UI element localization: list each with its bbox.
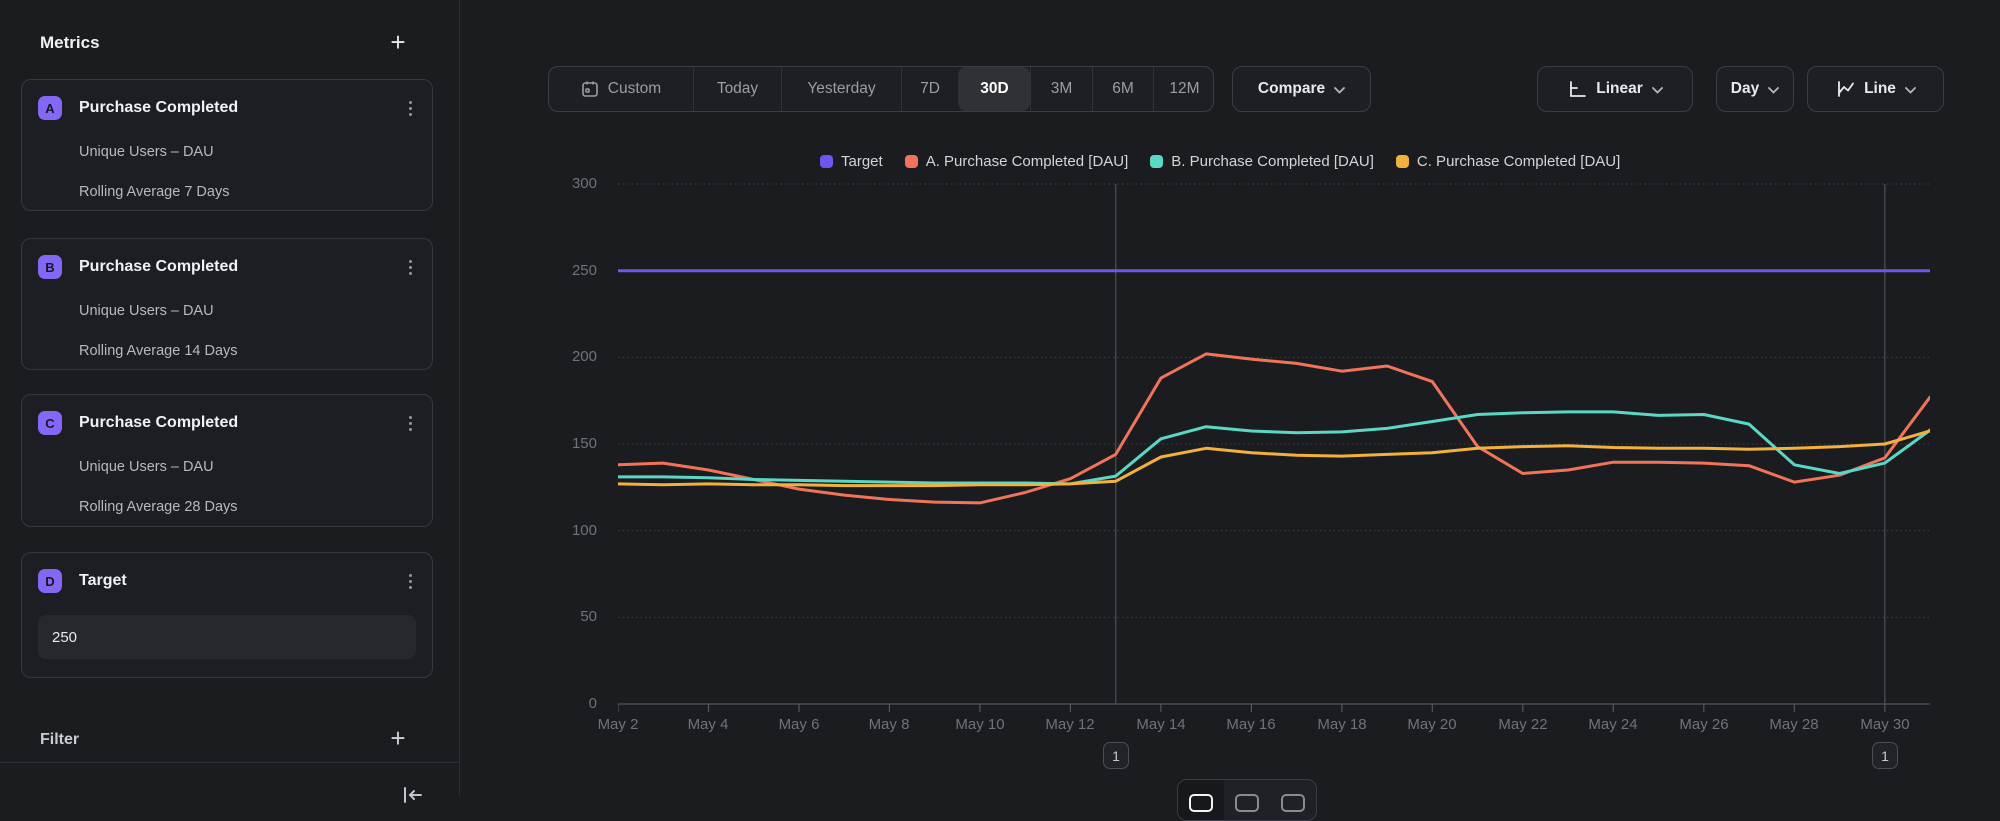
interval-selector-button[interactable]: Day [1716,66,1794,112]
y-axis-tick-label: 300 [527,175,597,192]
legend-label: C. Purchase Completed [DAU] [1417,153,1620,170]
x-axis-tick-label: May 20 [1387,716,1477,733]
chart-type-selector-button[interactable]: Line [1807,66,1944,112]
y-axis-tick-label: 200 [527,348,597,365]
kebab-menu-icon[interactable] [407,572,414,591]
range-6m[interactable]: 6M [1092,67,1153,111]
annotation-badge[interactable]: 1 [1103,742,1129,769]
add-metric-button[interactable]: + [386,31,410,55]
line-chart-icon [1835,79,1855,99]
legend-swatch [1396,155,1409,168]
y-axis-tick-label: 250 [527,262,597,279]
chart-card-icon [1189,794,1213,812]
metric-measure: Unique Users – DAU [79,459,416,475]
metric-card-c[interactable]: C Purchase Completed Unique Users – DAU … [21,394,433,527]
legend-item[interactable]: C. Purchase Completed [DAU] [1396,153,1620,170]
annotation-badge[interactable]: 1 [1872,742,1898,769]
target-title: Target [79,572,127,590]
range-custom[interactable]: Custom [549,67,693,111]
range-30d[interactable]: 30D [958,67,1030,111]
chart-legend: Target A. Purchase Completed [DAU] B. Purc… [820,153,1620,170]
target-card[interactable]: D Target [21,552,433,678]
linear-axis-icon [1567,79,1587,99]
x-axis-tick-label: May 22 [1478,716,1568,733]
x-axis-tick-label: May 26 [1659,716,1749,733]
chevron-down-icon [1905,87,1916,94]
legend-item[interactable]: B. Purchase Completed [DAU] [1150,153,1374,170]
y-axis-tick-label: 150 [527,435,597,452]
range-7d[interactable]: 7D [901,67,958,111]
x-axis-tick-label: May 2 [573,716,663,733]
metric-card-a[interactable]: A Purchase Completed Unique Users – DAU … [21,79,433,211]
kebab-menu-icon[interactable] [407,258,414,277]
sidebar-divider [0,762,460,763]
chart-display-segmented-control [1177,779,1317,821]
chart-panel-toggle-1[interactable] [1178,780,1224,820]
metric-transform: Rolling Average 28 Days [79,499,416,515]
legend-label: B. Purchase Completed [DAU] [1171,153,1374,170]
legend-swatch [905,155,918,168]
metric-badge-d: D [38,569,62,593]
line-chart-plot[interactable] [618,180,1930,716]
x-axis-tick-label: May 16 [1206,716,1296,733]
x-axis-tick-label: May 4 [663,716,753,733]
add-filter-button[interactable]: + [386,727,410,751]
y-axis-tick-label: 0 [527,695,597,712]
date-range-segmented-control: Custom Today Yesterday 7D 30D 3M 6M 12M [548,66,1214,112]
legend-item[interactable]: Target [820,153,883,170]
x-axis-tick-label: May 24 [1568,716,1658,733]
scale-selector-button[interactable]: Linear [1537,66,1693,112]
metric-card-b[interactable]: B Purchase Completed Unique Users – DAU … [21,238,433,370]
metric-measure: Unique Users – DAU [79,303,416,319]
range-today[interactable]: Today [693,67,781,111]
x-axis-tick-label: May 18 [1297,716,1387,733]
range-12m[interactable]: 12M [1153,67,1214,111]
range-3m[interactable]: 3M [1030,67,1092,111]
metrics-dashboard: { "sidebar": { "title": "Metrics", "metr… [0,0,2000,796]
chart-panel-toggle-3[interactable] [1270,780,1316,820]
metrics-sidebar: Metrics + A Purchase Completed Unique Us… [0,0,460,796]
x-axis-tick-label: May 12 [1025,716,1115,733]
legend-label: Target [841,153,883,170]
x-axis-tick-label: May 14 [1116,716,1206,733]
chevron-down-icon [1652,87,1663,94]
chart-card-icon [1281,794,1305,812]
legend-label: A. Purchase Completed [DAU] [926,153,1129,170]
collapse-sidebar-icon[interactable] [400,783,426,807]
metric-badge-c: C [38,411,62,435]
metric-measure: Unique Users – DAU [79,144,416,160]
legend-swatch [1150,155,1163,168]
x-axis-tick-label: May 28 [1749,716,1839,733]
calendar-icon [581,80,599,98]
y-axis-tick-label: 100 [527,522,597,539]
metric-title: Purchase Completed [79,258,238,276]
kebab-menu-icon[interactable] [407,414,414,433]
chart-card-icon [1235,794,1259,812]
x-axis-tick-label: May 6 [754,716,844,733]
range-yesterday[interactable]: Yesterday [781,67,901,111]
metric-badge-b: B [38,255,62,279]
chevron-down-icon [1768,87,1779,94]
metric-title: Purchase Completed [79,414,238,432]
metric-transform: Rolling Average 14 Days [79,343,416,359]
metric-badge-a: A [38,96,62,120]
chevron-down-icon [1334,87,1345,94]
y-axis-tick-label: 50 [527,608,597,625]
legend-item[interactable]: A. Purchase Completed [DAU] [905,153,1129,170]
legend-swatch [820,155,833,168]
sidebar-title: Metrics [40,33,100,53]
target-value-input[interactable] [38,615,416,659]
kebab-menu-icon[interactable] [407,99,414,118]
compare-button[interactable]: Compare [1232,66,1371,112]
metric-transform: Rolling Average 7 Days [79,184,416,200]
chart-panel-toggle-2[interactable] [1224,780,1270,820]
x-axis-tick-label: May 10 [935,716,1025,733]
x-axis-tick-label: May 8 [844,716,934,733]
metric-title: Purchase Completed [79,99,238,117]
filter-section-title: Filter [40,731,79,749]
x-axis-tick-label: May 30 [1840,716,1930,733]
